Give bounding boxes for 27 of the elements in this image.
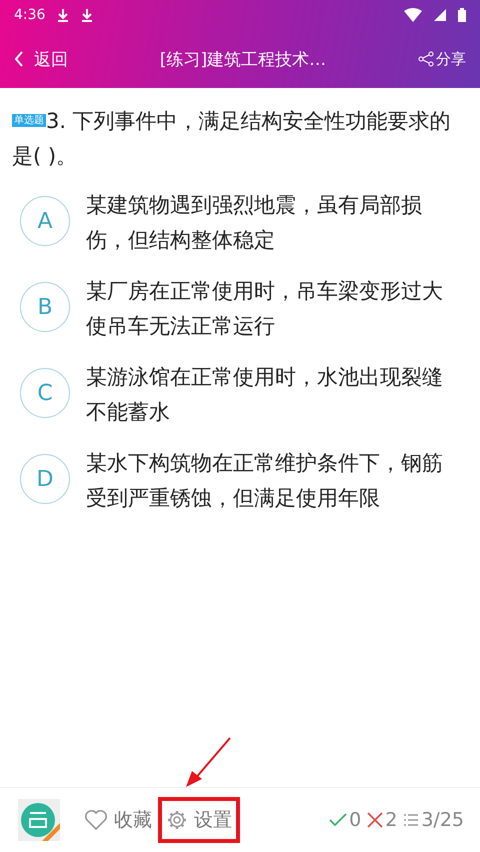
progress-count: 3/25 [421, 809, 464, 831]
answer-option[interactable]: B 某厂房在正常使用时，吊车梁变形过大使吊车无法正常运行 [0, 268, 480, 350]
check-icon [329, 813, 348, 827]
correct-count: 0 [349, 809, 362, 831]
cross-icon [367, 812, 384, 828]
download-icon [81, 8, 94, 22]
wifi-icon [404, 8, 422, 22]
heart-icon [84, 809, 108, 831]
signal-icon [434, 9, 446, 21]
share-button[interactable]: 分享 [418, 50, 466, 68]
question-text: $^{单选题}$ 3. 下列事件中，满足结构安全性功能要求的是( )。 [11, 108, 452, 170]
settings-icon [166, 809, 188, 831]
app-logo-icon [18, 799, 60, 841]
list-icon [403, 813, 420, 827]
page-title: [练习]建筑工程技术… [158, 48, 328, 70]
back-button[interactable]: 返回 [14, 48, 68, 70]
share-icon [418, 51, 434, 67]
wrong-count: 2 [385, 809, 398, 831]
download-icon [57, 8, 70, 22]
answer-option[interactable]: A 某建筑物遇到强烈地震，虽有局部损伤，但结构整体稳定 [0, 182, 480, 264]
settings-button[interactable]: 设置 [158, 797, 240, 843]
favorite-button[interactable]: 收藏 [76, 797, 160, 843]
status-time: 4:36 [14, 7, 46, 23]
battery-icon [458, 8, 466, 22]
answer-option[interactable]: D 某水下构筑物在正常维护条件下，钢筋受到严重锈蚀，但满足使用年限 [0, 440, 480, 522]
back-icon [14, 51, 24, 67]
answer-option[interactable]: C 某游泳馆在正常使用时，水池出现裂缝不能蓄水 [0, 354, 480, 436]
